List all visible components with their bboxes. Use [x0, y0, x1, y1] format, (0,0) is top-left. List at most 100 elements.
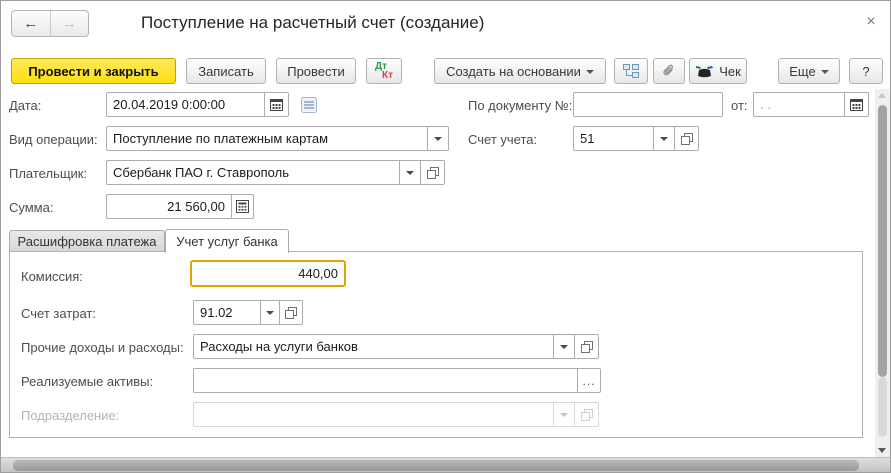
chevron-down-icon [660, 137, 668, 141]
chevron-down-icon [434, 137, 442, 141]
chevron-down-icon [560, 413, 568, 417]
nav-buttons: ← → [11, 10, 89, 37]
amount-label: Сумма: [9, 200, 53, 215]
check-label: Чек [719, 64, 741, 79]
operation-kind-select[interactable]: Поступление по платежным картам [106, 126, 449, 151]
vertical-scroll-track[interactable] [878, 377, 887, 437]
post-button[interactable]: Провести [276, 58, 356, 84]
date-label: Дата: [9, 98, 41, 113]
scroll-up-icon[interactable] [878, 93, 886, 98]
dt-kt-icon: Дт Кт [375, 62, 393, 80]
dropdown-button [553, 403, 574, 426]
back-button[interactable]: ← [12, 11, 51, 36]
sold-assets-input[interactable]: ... [193, 368, 601, 393]
open-icon [581, 341, 593, 353]
cost-account-select[interactable]: 91.02 [193, 300, 303, 325]
calculator-button[interactable] [231, 195, 253, 218]
department-value [194, 403, 553, 426]
help-button[interactable]: ? [849, 58, 883, 84]
chevron-down-icon [821, 70, 829, 74]
open-icon [681, 133, 693, 145]
account-select[interactable]: 51 [573, 126, 699, 151]
tab-label: Учет услуг банка [176, 234, 277, 249]
create-based-on-button[interactable]: Создать на основании [434, 58, 606, 84]
payer-select[interactable]: Сбербанк ПАО г. Ставрополь [106, 160, 445, 185]
department-select [193, 402, 599, 427]
dropdown-button[interactable] [399, 161, 420, 184]
horizontal-scroll-thumb[interactable] [13, 460, 859, 471]
save-label: Записать [198, 64, 254, 79]
open-button[interactable] [574, 335, 598, 358]
structure-icon [622, 63, 640, 79]
close-icon[interactable]: × [861, 12, 881, 32]
commission-input[interactable]: 440,00 [190, 260, 346, 287]
sold-assets-label: Реализуемые активы: [21, 374, 153, 389]
amount-input[interactable]: 21 560,00 [106, 194, 254, 219]
chevron-down-icon [406, 171, 414, 175]
dropdown-button[interactable] [553, 335, 574, 358]
document-date-placeholder: . . [754, 93, 844, 116]
account-label: Счет учета: [468, 132, 537, 147]
tab-label: Расшифровка платежа [18, 234, 157, 249]
chevron-down-icon [560, 345, 568, 349]
date-input[interactable]: 20.04.2019 0:00:00 [106, 92, 289, 117]
commission-value: 440,00 [192, 262, 344, 285]
open-icon [427, 167, 439, 179]
tab-bank-services[interactable]: Учет услуг банка [165, 229, 289, 253]
post-label: Провести [287, 64, 345, 79]
tab-payment-details[interactable]: Расшифровка платежа [9, 230, 165, 251]
open-button[interactable] [674, 127, 698, 150]
chevron-down-icon [266, 311, 274, 315]
open-button[interactable] [420, 161, 444, 184]
open-icon [285, 307, 297, 319]
commission-label: Комиссия: [21, 269, 83, 284]
help-label: ? [862, 64, 869, 79]
vertical-scroll-thumb[interactable] [878, 105, 887, 377]
other-income-expenses-select[interactable]: Расходы на услуги банков [193, 334, 599, 359]
cost-account-value: 91.02 [194, 301, 260, 324]
forward-button[interactable]: → [51, 11, 89, 36]
ellipsis-icon: ... [582, 377, 595, 385]
dropdown-button[interactable] [260, 301, 279, 324]
document-number-label: По документу №: [468, 98, 572, 113]
dropdown-button[interactable] [427, 127, 448, 150]
document-number-value [574, 93, 722, 116]
dropdown-button[interactable] [653, 127, 674, 150]
post-and-close-label: Провести и закрыть [28, 64, 158, 79]
post-and-close-button[interactable]: Провести и закрыть [11, 58, 176, 84]
list-icon [301, 97, 317, 113]
cost-account-label: Счет затрат: [21, 306, 96, 321]
document-number-input[interactable] [573, 92, 723, 117]
calendar-button[interactable] [844, 93, 868, 116]
forward-icon: → [62, 15, 77, 32]
scroll-down-icon[interactable] [878, 448, 886, 453]
horizontal-scrollbar[interactable] [1, 457, 890, 472]
open-icon [581, 409, 593, 421]
attachments-button[interactable] [653, 58, 685, 84]
sold-assets-ellipsis-button[interactable]: ... [577, 369, 600, 392]
calendar-icon [850, 98, 863, 111]
document-date-label: от: [731, 98, 748, 113]
paperclip-icon [661, 63, 677, 79]
save-button[interactable]: Записать [186, 58, 266, 84]
document-list-button[interactable] [301, 97, 317, 113]
payer-label: Плательщик: [9, 166, 87, 181]
open-button [574, 403, 598, 426]
date-value: 20.04.2019 0:00:00 [107, 93, 264, 116]
operation-kind-label: Вид операции: [9, 132, 98, 147]
calendar-button[interactable] [264, 93, 288, 116]
related-documents-button[interactable] [614, 58, 648, 84]
open-button[interactable] [279, 301, 302, 324]
more-button[interactable]: Еще [778, 58, 840, 84]
vertical-scrollbar[interactable] [875, 89, 890, 457]
page-title: Поступление на расчетный счет (создание) [141, 13, 484, 33]
back-icon: ← [23, 15, 38, 32]
dt-kt-button[interactable]: Дт Кт [366, 58, 402, 84]
sold-assets-value [194, 369, 577, 392]
document-date-input[interactable]: . . [753, 92, 869, 117]
check-button[interactable]: Чек [689, 58, 747, 84]
other-income-expenses-value: Расходы на услуги банков [194, 335, 553, 358]
calendar-icon [270, 98, 283, 111]
operation-kind-value: Поступление по платежным картам [107, 127, 427, 150]
payer-value: Сбербанк ПАО г. Ставрополь [107, 161, 399, 184]
